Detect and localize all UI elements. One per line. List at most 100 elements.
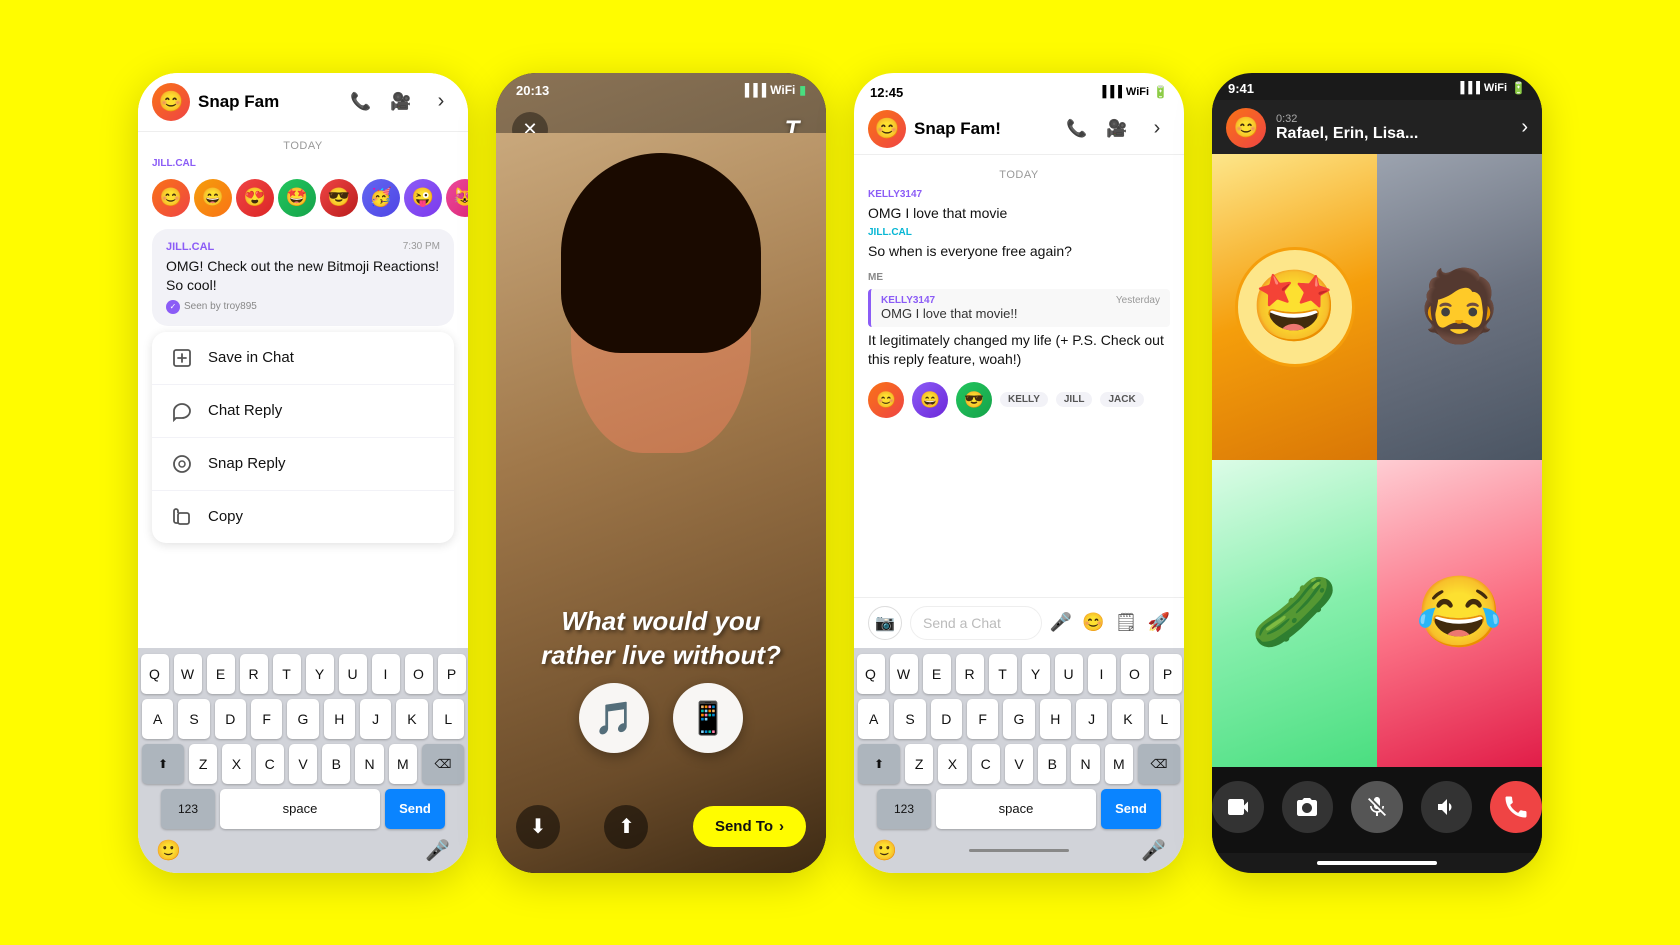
choice-2[interactable]: 📱: [673, 683, 743, 753]
key-l[interactable]: L: [433, 699, 464, 739]
key-z[interactable]: Z: [189, 744, 217, 784]
key-b[interactable]: B: [322, 744, 350, 784]
send-to-button[interactable]: Send To ›: [693, 806, 806, 847]
microphone-icon-3[interactable]: 🎤: [1050, 612, 1072, 633]
key-h[interactable]: H: [324, 699, 355, 739]
key-i[interactable]: I: [372, 654, 400, 694]
key3-a[interactable]: A: [858, 699, 889, 739]
key3-t[interactable]: T: [989, 654, 1017, 694]
key3-o[interactable]: O: [1121, 654, 1149, 694]
key-shift[interactable]: ⬆: [142, 744, 184, 784]
key-j[interactable]: J: [360, 699, 391, 739]
key3-n[interactable]: N: [1071, 744, 1099, 784]
chevron-right-4[interactable]: ›: [1521, 116, 1528, 139]
key-123[interactable]: 123: [161, 789, 215, 829]
key3-s[interactable]: S: [894, 699, 925, 739]
key3-send[interactable]: Send: [1101, 789, 1161, 829]
mute-button[interactable]: [1351, 781, 1403, 833]
phone-icon[interactable]: 📞: [348, 89, 374, 115]
end-call-button[interactable]: [1490, 781, 1542, 833]
battery-4: 🔋: [1511, 81, 1526, 95]
copy-option[interactable]: Copy: [152, 491, 454, 543]
phone1-header: 😊 Snap Fam 📞 🎥 ›: [138, 73, 468, 132]
key-s[interactable]: S: [178, 699, 209, 739]
key3-y[interactable]: Y: [1022, 654, 1050, 694]
key-e[interactable]: E: [207, 654, 235, 694]
key-w[interactable]: W: [174, 654, 202, 694]
key-backspace[interactable]: ⌫: [422, 744, 464, 784]
key3-u[interactable]: U: [1055, 654, 1083, 694]
chevron-right-icon[interactable]: ›: [428, 89, 454, 115]
emoji-icon[interactable]: 🙂: [156, 838, 181, 863]
status-icons-3: ▐▐▐ WiFi 🔋: [1099, 85, 1168, 99]
key3-x[interactable]: X: [938, 744, 966, 784]
chat-reply-option[interactable]: Chat Reply: [152, 385, 454, 438]
key-p[interactable]: P: [438, 654, 466, 694]
download-button[interactable]: ⬇: [516, 805, 560, 849]
key3-z[interactable]: Z: [905, 744, 933, 784]
key3-e[interactable]: E: [923, 654, 951, 694]
key3-j[interactable]: J: [1076, 699, 1107, 739]
chevron-right-icon-3[interactable]: ›: [1144, 116, 1170, 142]
emoji-icon-kb3[interactable]: 🙂: [872, 838, 897, 863]
jack-badge: JACK: [1100, 392, 1143, 407]
key3-123[interactable]: 123: [877, 789, 931, 829]
key3-v[interactable]: V: [1005, 744, 1033, 784]
save-in-chat-option[interactable]: Save in Chat: [152, 332, 454, 385]
key-r[interactable]: R: [240, 654, 268, 694]
key3-b[interactable]: B: [1038, 744, 1066, 784]
key-g[interactable]: G: [287, 699, 318, 739]
key-send[interactable]: Send: [385, 789, 445, 829]
key-x[interactable]: X: [222, 744, 250, 784]
key3-q[interactable]: Q: [857, 654, 885, 694]
camera-button[interactable]: 📷: [868, 606, 902, 640]
key3-d[interactable]: D: [931, 699, 962, 739]
video-icon[interactable]: 🎥: [388, 89, 414, 115]
key3-shift[interactable]: ⬆: [858, 744, 900, 784]
snap-reply-option[interactable]: Snap Reply: [152, 438, 454, 491]
keyboard-row-1: Q W E R T Y U I O P: [142, 654, 464, 694]
share-button[interactable]: ⬆: [604, 805, 648, 849]
key-a[interactable]: A: [142, 699, 173, 739]
key3-g[interactable]: G: [1003, 699, 1034, 739]
key-k[interactable]: K: [396, 699, 427, 739]
flip-camera-button[interactable]: [1282, 781, 1334, 833]
key3-h[interactable]: H: [1040, 699, 1071, 739]
attachment-icon-3[interactable]: 🚀: [1148, 612, 1170, 633]
key3-c[interactable]: C: [972, 744, 1000, 784]
key3-w[interactable]: W: [890, 654, 918, 694]
phone-4: 9:41 ▐▐▐ WiFi 🔋 😊 0:32 Rafael, Erin, Lis…: [1212, 73, 1542, 873]
choice-1[interactable]: 🎵: [579, 683, 649, 753]
key-q[interactable]: Q: [141, 654, 169, 694]
microphone-icon[interactable]: 🎤: [425, 838, 450, 863]
key-c[interactable]: C: [256, 744, 284, 784]
sticker-icon-3[interactable]: 🗒: [1115, 612, 1138, 633]
emoji-icon-3[interactable]: 😊: [1082, 612, 1104, 633]
key3-l[interactable]: L: [1149, 699, 1180, 739]
key3-k[interactable]: K: [1112, 699, 1143, 739]
phone-icon-3[interactable]: 📞: [1064, 116, 1090, 142]
chat-input[interactable]: Send a Chat: [910, 606, 1042, 640]
key3-backspace[interactable]: ⌫: [1138, 744, 1180, 784]
video-icon-3[interactable]: 🎥: [1104, 116, 1130, 142]
key-space[interactable]: space: [220, 789, 380, 829]
video-cell-2: 🧔: [1377, 154, 1542, 461]
speaker-button[interactable]: [1421, 781, 1473, 833]
key3-p[interactable]: P: [1154, 654, 1182, 694]
key3-m[interactable]: M: [1105, 744, 1133, 784]
key3-space[interactable]: space: [936, 789, 1096, 829]
key-o[interactable]: O: [405, 654, 433, 694]
key-d[interactable]: D: [215, 699, 246, 739]
key-f[interactable]: F: [251, 699, 282, 739]
camera-off-button[interactable]: [1212, 781, 1264, 833]
key-t[interactable]: T: [273, 654, 301, 694]
key3-i[interactable]: I: [1088, 654, 1116, 694]
key-m[interactable]: M: [389, 744, 417, 784]
key3-f[interactable]: F: [967, 699, 998, 739]
key3-r[interactable]: R: [956, 654, 984, 694]
key-y[interactable]: Y: [306, 654, 334, 694]
key-n[interactable]: N: [355, 744, 383, 784]
key-v[interactable]: V: [289, 744, 317, 784]
mic-icon-kb3[interactable]: 🎤: [1141, 838, 1166, 863]
key-u[interactable]: U: [339, 654, 367, 694]
